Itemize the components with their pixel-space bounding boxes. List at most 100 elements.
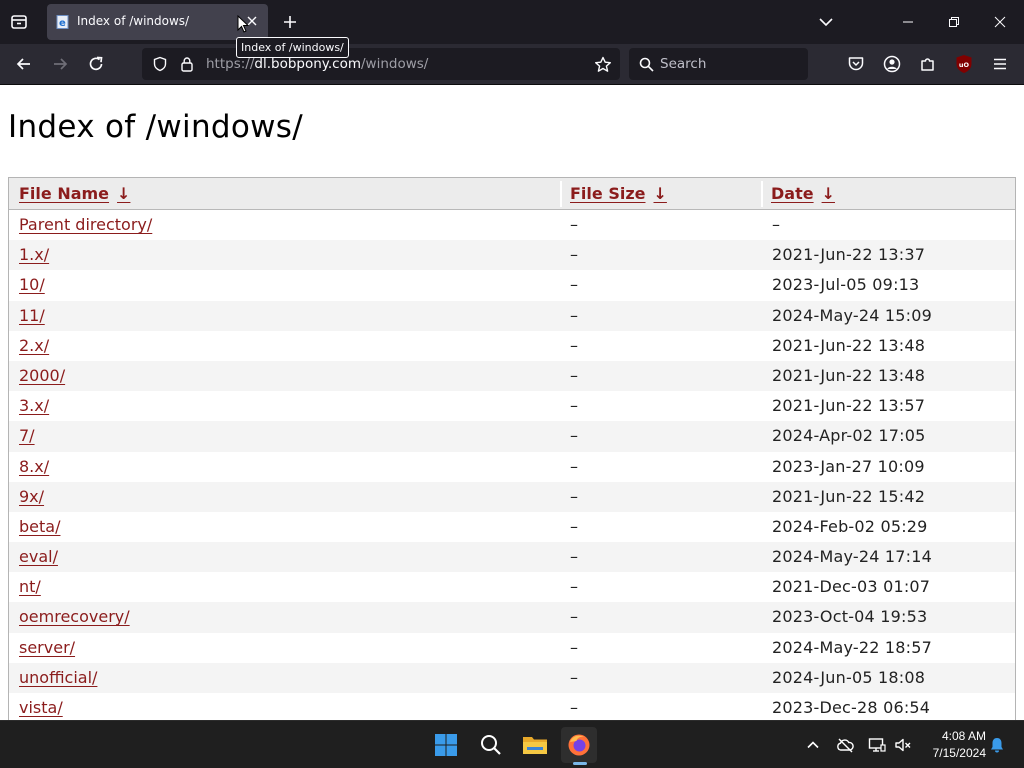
directory-link[interactable]: eval/ <box>19 547 58 566</box>
file-size-cell: – <box>570 607 578 627</box>
file-name-cell: vista/ <box>19 693 63 720</box>
browser-tab-bar: e Index of /windows/ <box>0 0 1024 44</box>
sort-by-date-link[interactable]: Date ↓ <box>771 184 835 203</box>
column-label: File Size <box>570 184 646 203</box>
page-content: Index of /windows/ File Name ↓ File Size ↓… <box>0 85 1024 720</box>
table-row: 11/ – 2024-May-24 15:09 <box>9 300 1015 331</box>
column-header-date[interactable]: Date ↓ <box>763 181 1013 207</box>
bookmark-star-icon[interactable] <box>594 56 612 73</box>
back-arrow-icon[interactable] <box>14 54 34 74</box>
file-name-cell: server/ <box>19 633 75 663</box>
close-window-button[interactable] <box>977 0 1023 44</box>
directory-link[interactable]: 8.x/ <box>19 457 49 476</box>
file-size-cell: – <box>570 396 578 416</box>
notification-bell-icon[interactable] <box>988 736 1006 754</box>
onedrive-cloud-icon[interactable] <box>836 736 854 754</box>
url-text[interactable]: https://dl.bobpony.com/windows/ <box>206 56 428 72</box>
firefox-icon <box>568 734 590 756</box>
directory-link[interactable]: 3.x/ <box>19 396 49 415</box>
search-input[interactable]: Search <box>629 48 808 80</box>
column-header-file-name[interactable]: File Name ↓ <box>11 181 559 207</box>
file-size-cell: – <box>570 215 578 234</box>
file-name-cell: 3.x/ <box>19 391 49 421</box>
clock-date: 7/15/2024 <box>932 746 986 760</box>
table-row: unofficial/ – 2024-Jun-05 18:08 <box>9 662 1015 693</box>
file-name-cell: nt/ <box>19 572 41 602</box>
file-size-cell: – <box>570 305 578 325</box>
chevron-up-icon[interactable] <box>804 736 822 754</box>
directory-link[interactable]: 11/ <box>19 306 45 325</box>
firefox-view-icon[interactable] <box>9 12 29 32</box>
account-icon[interactable] <box>882 54 902 74</box>
table-row: eval/ – 2024-May-24 17:14 <box>9 542 1015 573</box>
file-name-cell: 10/ <box>19 270 45 300</box>
search-placeholder: Search <box>660 56 707 72</box>
windows-taskbar: 4:08 AM 7/15/2024 <box>0 720 1024 768</box>
directory-link[interactable]: Parent directory/ <box>19 215 152 234</box>
extensions-puzzle-icon[interactable] <box>918 54 938 74</box>
file-name-cell: 2000/ <box>19 361 65 391</box>
directory-link[interactable]: vista/ <box>19 698 63 717</box>
column-label: Date <box>771 184 814 203</box>
system-clock[interactable]: 4:08 AM 7/15/2024 <box>916 728 986 762</box>
table-row: 9x/ – 2021-Jun-22 15:42 <box>9 481 1015 512</box>
restore-button[interactable] <box>931 0 977 44</box>
file-size-cell: – <box>570 365 578 385</box>
forward-arrow-icon[interactable] <box>50 54 70 74</box>
directory-link[interactable]: server/ <box>19 638 75 657</box>
file-explorer-button[interactable] <box>517 727 553 763</box>
file-name-cell: unofficial/ <box>19 663 97 693</box>
sort-by-size-link[interactable]: File Size ↓ <box>570 184 667 203</box>
date-cell: 2024-May-24 15:09 <box>772 305 933 325</box>
table-row: server/ – 2024-May-22 18:57 <box>9 633 1015 663</box>
reload-icon[interactable] <box>86 54 106 74</box>
table-header: File Name ↓ File Size ↓ Date ↓ <box>9 178 1015 210</box>
volume-muted-icon[interactable] <box>894 736 912 754</box>
navigation-toolbar: https://dl.bobpony.com/windows/ Search u… <box>0 44 1024 85</box>
date-cell: 2023-Jul-05 09:13 <box>772 275 920 295</box>
file-size-cell: – <box>570 486 578 506</box>
new-tab-icon[interactable] <box>281 13 299 31</box>
directory-link[interactable]: 2.x/ <box>19 336 49 355</box>
directory-link[interactable]: 9x/ <box>19 487 44 506</box>
column-header-file-size[interactable]: File Size ↓ <box>562 181 760 207</box>
directory-link[interactable]: nt/ <box>19 577 41 596</box>
file-size-cell: – <box>570 577 578 597</box>
directory-link[interactable]: 10/ <box>19 275 45 294</box>
firefox-taskbar-button[interactable] <box>561 727 597 763</box>
sort-by-name-link[interactable]: File Name ↓ <box>19 184 130 203</box>
search-icon <box>481 735 501 755</box>
clock-time: 4:08 AM <box>941 729 986 743</box>
directory-link[interactable]: 2000/ <box>19 366 65 385</box>
pocket-icon[interactable] <box>846 54 866 74</box>
file-name-cell: oemrecovery/ <box>19 602 130 632</box>
directory-link[interactable]: 1.x/ <box>19 245 49 264</box>
start-button[interactable] <box>428 727 464 763</box>
taskbar-search-button[interactable] <box>473 727 509 763</box>
lock-icon[interactable] <box>180 56 194 72</box>
file-name-cell: eval/ <box>19 542 58 572</box>
chevron-down-icon[interactable] <box>818 15 834 29</box>
hamburger-menu-icon[interactable] <box>990 54 1010 74</box>
file-name-cell: 1.x/ <box>19 240 49 270</box>
restore-icon <box>949 17 959 27</box>
directory-link[interactable]: unofficial/ <box>19 668 97 687</box>
file-name-cell: 9x/ <box>19 482 44 512</box>
directory-link[interactable]: oemrecovery/ <box>19 607 130 626</box>
active-tab[interactable]: e Index of /windows/ <box>47 4 268 40</box>
sort-arrow-icon: ↓ <box>117 184 131 203</box>
directory-link[interactable]: 7/ <box>19 426 35 445</box>
file-name-cell: Parent directory/ <box>19 210 152 240</box>
minimize-button[interactable] <box>885 0 931 44</box>
address-bar[interactable]: https://dl.bobpony.com/windows/ <box>142 48 620 80</box>
table-row: 3.x/ – 2021-Jun-22 13:57 <box>9 391 1015 421</box>
ublock-origin-icon[interactable]: uO <box>955 54 973 74</box>
date-cell: 2021-Jun-22 13:48 <box>772 335 926 355</box>
mouse-cursor-icon <box>237 15 249 33</box>
file-name-cell: 8.x/ <box>19 452 49 482</box>
directory-link[interactable]: beta/ <box>19 517 60 536</box>
tracking-protection-shield-icon[interactable] <box>152 56 168 72</box>
file-size-cell: – <box>570 275 578 295</box>
date-cell: 2024-Apr-02 17:05 <box>772 426 926 446</box>
network-icon[interactable] <box>868 736 886 754</box>
